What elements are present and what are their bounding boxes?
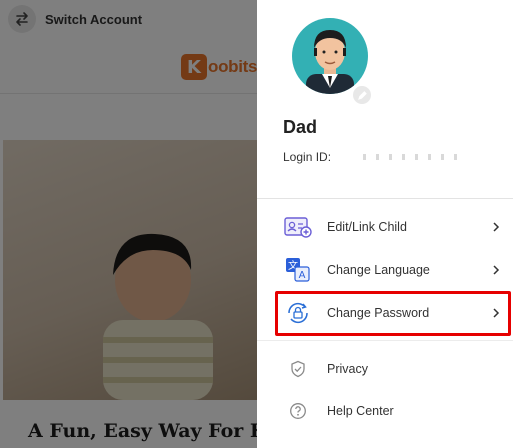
login-id-masked (363, 154, 464, 160)
menu-item-privacy[interactable]: Privacy (277, 349, 509, 389)
svg-text:A: A (299, 270, 306, 281)
pencil-icon (357, 90, 367, 100)
menu-item-edit-link-child[interactable]: Edit/Link Child (277, 207, 509, 247)
profile-drawer: Dad Login ID: Edit/Link Child 文 A Change… (257, 0, 513, 448)
menu-item-change-password[interactable]: Change Password (277, 293, 509, 333)
menu-item-label: Privacy (327, 362, 368, 376)
menu-item-label: Change Language (327, 263, 430, 277)
menu-item-help-center[interactable]: Help Center (277, 391, 509, 431)
profile-name: Dad (283, 117, 318, 137)
password-lock-icon (283, 298, 313, 328)
login-id-row: Login ID: (283, 150, 464, 164)
edit-avatar-button[interactable] (351, 84, 373, 106)
login-id-label: Login ID: (283, 150, 332, 164)
chevron-right-icon (487, 218, 505, 236)
chevron-right-icon (487, 304, 505, 322)
chevron-right-icon (487, 261, 505, 279)
question-circle-icon (283, 396, 313, 426)
divider (257, 340, 513, 341)
child-link-icon (283, 212, 313, 242)
shield-check-icon (283, 354, 313, 384)
divider (257, 198, 513, 199)
avatar-man-icon (306, 30, 354, 94)
menu-item-label: Help Center (327, 404, 394, 418)
translate-icon: 文 A (283, 255, 313, 285)
menu-item-label: Change Password (327, 306, 430, 320)
avatar[interactable] (292, 18, 368, 94)
menu-item-change-language[interactable]: 文 A Change Language (277, 250, 509, 290)
menu-item-label: Edit/Link Child (327, 220, 407, 234)
